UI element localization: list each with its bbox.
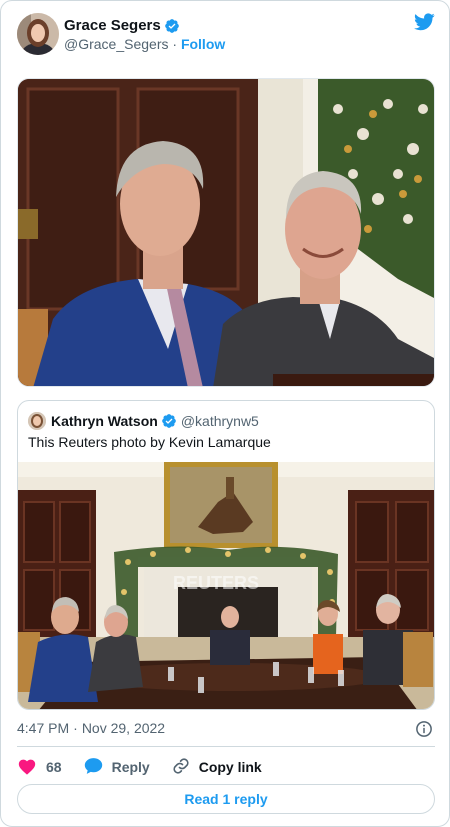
copy-link-button[interactable]: Copy link xyxy=(172,757,262,778)
quoted-author-avatar xyxy=(28,412,46,430)
like-count: 68 xyxy=(46,759,62,775)
tweet-card: Grace Segers @Grace_Segers · Follow Kath… xyxy=(0,0,450,827)
tweet-actions: 68 Reply Copy link xyxy=(17,756,284,778)
info-icon[interactable] xyxy=(415,720,433,738)
tweet-time[interactable]: 4:47 PM xyxy=(17,720,69,736)
reuters-watermark: REUTERS xyxy=(173,573,259,593)
separator-dot: · xyxy=(73,720,78,736)
reply-button[interactable]: Reply xyxy=(84,757,150,778)
follow-link[interactable]: Follow xyxy=(181,36,225,52)
timestamp[interactable]: 4:47 PM · Nov 29, 2022 xyxy=(17,720,165,736)
author-avatar[interactable] xyxy=(17,13,59,55)
divider xyxy=(17,746,435,747)
read-replies-button[interactable]: Read 1 reply xyxy=(17,784,435,814)
quoted-tweet[interactable]: Kathryn Watson @kathrynw5 This Reuters p… xyxy=(17,400,435,710)
reply-label: Reply xyxy=(111,759,150,775)
heart-icon xyxy=(17,757,46,778)
link-icon xyxy=(172,757,199,778)
verified-badge-icon xyxy=(161,413,177,429)
twitter-bird-icon[interactable] xyxy=(414,13,435,31)
tweet-date[interactable]: Nov 29, 2022 xyxy=(82,720,165,736)
quoted-tweet-text: This Reuters photo by Kevin Lamarque xyxy=(28,434,271,450)
author-handle[interactable]: @Grace_Segers xyxy=(64,36,168,52)
main-photo[interactable] xyxy=(17,78,435,387)
copy-link-label: Copy link xyxy=(198,759,262,775)
verified-badge-icon xyxy=(164,18,180,34)
separator-dot: · xyxy=(172,36,178,52)
quoted-photo[interactable]: REUTERS xyxy=(18,462,434,709)
tweet-header: Grace Segers @Grace_Segers · Follow xyxy=(17,13,435,57)
author-name[interactable]: Grace Segers xyxy=(64,17,161,34)
quoted-author-name: Kathryn Watson xyxy=(51,413,158,429)
reply-bubble-icon xyxy=(84,757,112,778)
quoted-author-handle: @kathrynw5 xyxy=(180,413,259,429)
like-button[interactable]: 68 xyxy=(17,757,62,778)
